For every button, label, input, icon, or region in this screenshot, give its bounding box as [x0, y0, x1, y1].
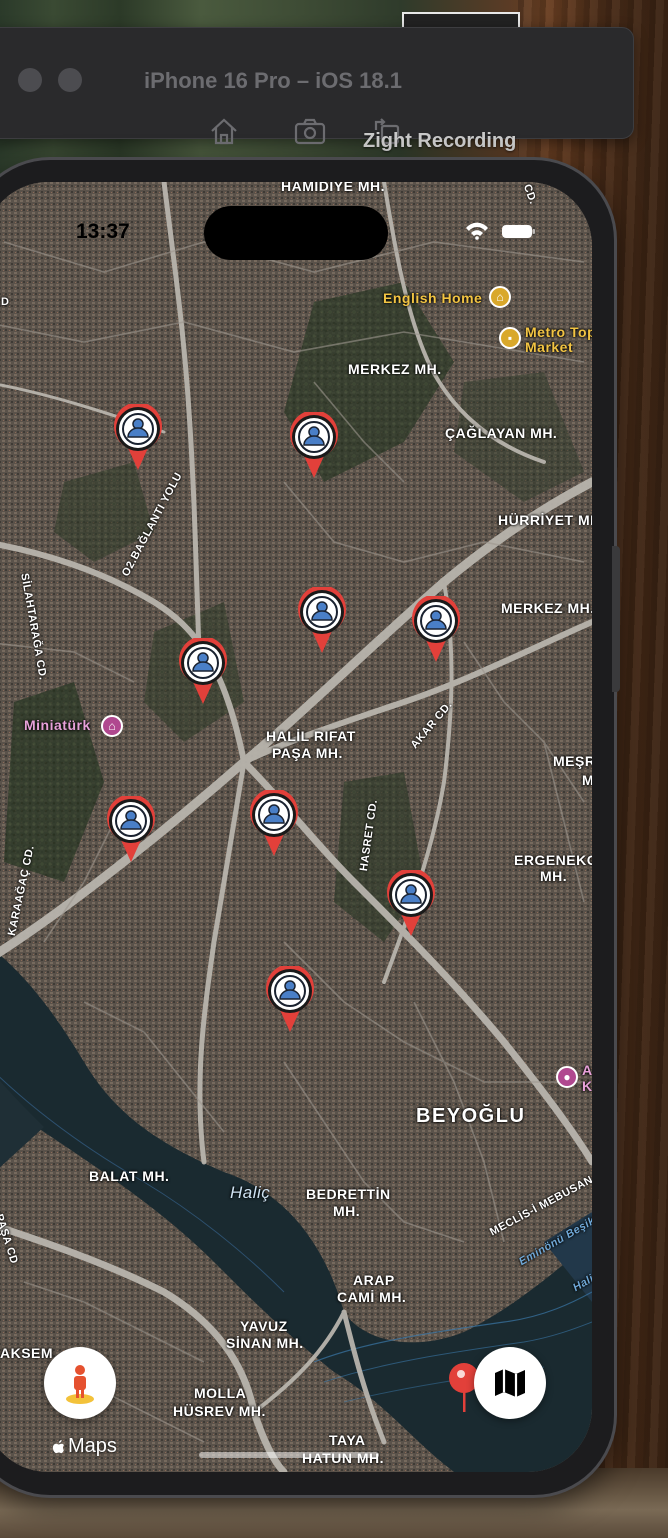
apple-maps-attribution[interactable]: Maps — [52, 1435, 117, 1458]
district-label: MH. — [333, 1203, 361, 1219]
road-label: D — [1, 296, 10, 308]
maps-attribution-text: Maps — [68, 1435, 117, 1457]
zight-recording-label: Zight Recording — [363, 130, 517, 152]
user-pin-icon — [387, 870, 435, 936]
district-label: CAMİ MH. — [337, 1289, 407, 1305]
simulator-title: iPhone 16 Pro – iOS 18.1 — [144, 68, 402, 93]
district-label: ARAP — [353, 1272, 395, 1288]
battery-icon — [502, 225, 535, 238]
shop-icon[interactable]: ⌂ — [489, 286, 511, 308]
user-location-pin[interactable] — [177, 638, 229, 706]
user-location-pin[interactable] — [288, 412, 340, 480]
user-pin-icon — [412, 596, 460, 662]
status-icons — [466, 222, 535, 240]
apple-logo-icon — [52, 1439, 65, 1453]
phone-side-button — [612, 546, 620, 692]
district-label: MERKEZ MH. — [348, 361, 442, 377]
user-pin-icon — [298, 587, 346, 653]
poi-icon[interactable]: ● — [556, 1066, 578, 1088]
home-icon[interactable] — [207, 116, 241, 146]
district-label: SİNAN MH. — [226, 1335, 304, 1351]
user-location-pin[interactable] — [105, 796, 157, 864]
close-window-button[interactable] — [18, 68, 42, 92]
poi-miniaturk-label: Miniatürk — [24, 717, 91, 733]
poi-metro-label: Metro Top — [525, 324, 592, 340]
district-label: AKSEM — [0, 1345, 54, 1361]
user-pin-icon — [266, 966, 314, 1032]
user-pin-icon — [107, 796, 155, 862]
map-mode-button[interactable] — [474, 1347, 546, 1419]
district-label: HALİL RIFAT — [266, 728, 356, 744]
district-label: BALAT MH. — [89, 1168, 170, 1184]
user-pin-icon — [290, 412, 338, 478]
status-time: 13:37 — [76, 220, 130, 243]
user-location-pin[interactable] — [296, 587, 348, 655]
museum-icon[interactable]: ⌂ — [101, 715, 123, 737]
screenshot-icon[interactable] — [293, 116, 327, 146]
district-label-beyoglu: BEYOĞLU — [416, 1105, 526, 1127]
poi-metro-label-2: Market — [525, 339, 574, 355]
minimize-window-button[interactable] — [58, 68, 82, 92]
user-location-pin[interactable] — [264, 966, 316, 1034]
user-pin-icon — [179, 638, 227, 704]
district-label: MERKEZ MH. — [501, 600, 592, 616]
dynamic-island — [204, 206, 388, 260]
poi-english-home-label: English Home — [383, 290, 483, 306]
district-label: YAVUZ — [240, 1318, 288, 1334]
district-label: MEŞR — [553, 753, 592, 769]
district-label: MOLLA — [194, 1385, 247, 1401]
person-location-icon — [66, 1365, 94, 1404]
user-location-pin[interactable] — [112, 404, 164, 472]
poi-partial-label: A — [582, 1062, 592, 1078]
user-pin-icon — [250, 790, 298, 856]
user-location-pin[interactable] — [385, 870, 437, 938]
map-icon — [495, 1369, 525, 1397]
district-label: M — [582, 772, 592, 788]
user-location-pin[interactable] — [410, 596, 462, 664]
poi-partial-label-2: K — [582, 1078, 592, 1094]
phone-screen: 13:37 HAMİDİYE MH. MERKEZ MH. ÇAĞLAYAN M… — [0, 182, 592, 1472]
district-label: PAŞA MH. — [272, 745, 343, 761]
locate-me-button[interactable] — [44, 1347, 116, 1419]
wifi-icon — [466, 222, 488, 240]
district-label: MH. — [540, 868, 568, 884]
district-label: HÜRRİYET MH — [498, 512, 592, 528]
user-location-pin[interactable] — [248, 790, 300, 858]
district-label: ERGENEKON — [514, 852, 592, 868]
home-indicator[interactable] — [199, 1452, 379, 1458]
district-label: ÇAĞLAYAN MH. — [445, 425, 558, 441]
district-label: HÜSREV MH. — [173, 1403, 266, 1419]
simulator-titlebar: iPhone 16 Pro – iOS 18.1 — [0, 27, 634, 145]
district-label: HAMİDİYE MH. — [281, 182, 385, 194]
district-label: BEDRETTİN — [306, 1186, 391, 1202]
district-label: TAYA — [329, 1432, 366, 1448]
user-pin-icon — [114, 404, 162, 470]
water-label-halic: Haliç — [230, 1183, 271, 1202]
cart-icon[interactable]: ▪ — [499, 327, 521, 349]
